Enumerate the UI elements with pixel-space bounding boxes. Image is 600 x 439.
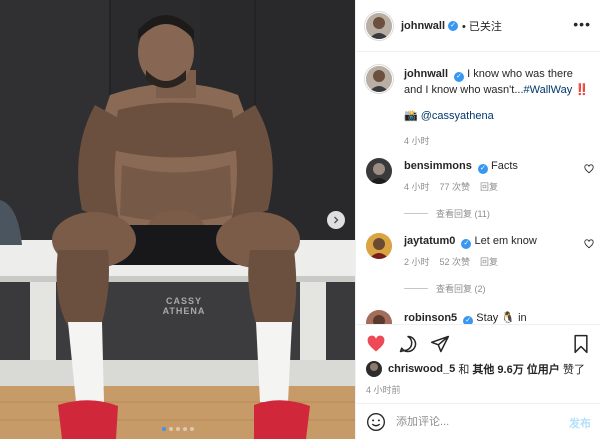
comment-icon[interactable] (398, 334, 418, 354)
caption-username[interactable]: johnwall (404, 68, 448, 80)
liked-by-others[interactable]: 其他 9.6万 位用户 (472, 361, 559, 377)
action-icons (366, 334, 450, 354)
follow-status[interactable]: • 已关注 (462, 18, 502, 34)
verified-badge-icon: ✓ (448, 20, 458, 31)
commenter-avatar[interactable] (366, 233, 392, 259)
share-icon[interactable] (430, 334, 450, 354)
comment-text: Stay 🐧 in (476, 312, 527, 324)
watermark-line-2: ATHENA (162, 306, 206, 316)
verified-badge-icon: ✓ (477, 164, 488, 174)
more-options-icon[interactable]: ••• (573, 17, 591, 31)
comment-text: Facts (490, 160, 518, 172)
commenter-avatar-image (366, 158, 392, 184)
caption-end: ‼️ (572, 84, 589, 96)
comment-likes[interactable]: 77 次赞 (440, 180, 471, 193)
author-username[interactable]: johnwall (401, 20, 445, 32)
athlete-photo-illustration (0, 0, 355, 439)
liker-avatar-image (366, 361, 382, 377)
bookmark-icon[interactable] (571, 334, 591, 354)
caption-credit: 📸 @cassyathena (404, 108, 594, 124)
photo-watermark: CASSY ATHENA (151, 296, 217, 316)
liked-suffix: 赞了 (562, 364, 585, 376)
watermark-line-1: CASSY (165, 296, 202, 306)
comment-reply-button[interactable]: 回复 (480, 180, 498, 193)
instagram-post-view: CASSY ATHENA johnwall ✓ • 已关注 ••• johnwa… (0, 0, 600, 439)
comment-username[interactable]: robinson5 (404, 312, 457, 324)
carousel-dot (168, 427, 173, 431)
comment-item: bensimmons ✓ Facts 4 小时 77 次赞 回复 查看回复 (1… (366, 158, 594, 220)
carousel-dot (182, 427, 187, 431)
credit-handle[interactable]: @cassyathena (421, 110, 494, 122)
post-timestamp[interactable]: 4 小时前 (366, 383, 401, 396)
caption-meta: 4 小时 (404, 134, 594, 147)
chevron-right-icon (334, 216, 339, 224)
liked-by-connector: 和 (458, 364, 470, 376)
comment-username[interactable]: bensimmons (404, 160, 472, 172)
caption-body: johnwall ✓ I know who was there and I kn… (404, 66, 594, 98)
post-photo[interactable]: CASSY ATHENA (0, 0, 355, 439)
verified-badge-icon: ✓ (454, 72, 465, 82)
comment-time: 4 小时 (404, 182, 430, 192)
emoji-icon[interactable] (366, 412, 386, 432)
liked-heart-icon[interactable] (366, 334, 386, 354)
liker-username[interactable]: chriswood_5 (388, 363, 455, 375)
post-comment-button[interactable]: 发布 (569, 415, 591, 431)
comment-input[interactable] (396, 415, 566, 428)
comment-body: bensimmons ✓ Facts (404, 158, 594, 174)
caption-author-avatar[interactable] (366, 66, 392, 92)
verified-badge-icon: ✓ (461, 239, 472, 249)
carousel-dot (161, 427, 166, 431)
commenter-avatar-image (366, 310, 392, 324)
comment-composer: 发布 (356, 403, 600, 439)
commenter-avatar-image (366, 233, 392, 259)
author-avatar[interactable] (366, 12, 392, 39)
view-replies-label[interactable]: 查看回复 (11) (436, 207, 490, 220)
comment-body: robinson5 ✓ Stay 🐧 in (404, 310, 594, 324)
comment-meta: 4 小时 77 次赞 回复 (404, 180, 594, 193)
comment-likes[interactable]: 52 次赞 (440, 255, 471, 268)
commenter-avatar[interactable] (366, 310, 392, 324)
comment-meta: 2 小时 52 次赞 回复 (404, 255, 594, 268)
author-avatar-image (366, 12, 392, 39)
caption-time: 4 小时 (404, 136, 430, 146)
comments-list[interactable]: johnwall ✓ I know who was there and I kn… (356, 52, 600, 324)
carousel-dot (189, 427, 194, 431)
carousel-dot (175, 427, 180, 431)
comment-reply-button[interactable]: 回复 (480, 255, 498, 268)
comment-item: jaytatum0 ✓ Let em know 2 小时 52 次赞 回复 查看… (366, 233, 594, 295)
comment-text: Let em know (474, 235, 537, 247)
replies-divider (404, 213, 428, 214)
liker-avatar[interactable] (366, 361, 382, 377)
camera-icon: 📸 (404, 110, 418, 122)
liked-by-summary[interactable]: chriswood_5 和 其他 9.6万 位用户 赞了 (366, 361, 585, 377)
comment-time: 2 小时 (404, 257, 430, 267)
comment-body: jaytatum0 ✓ Let em know (404, 233, 594, 249)
post-caption: johnwall ✓ I know who was there and I kn… (366, 66, 594, 147)
caption-hashtag[interactable]: #WallWay (524, 84, 573, 96)
post-header: johnwall ✓ • 已关注 ••• (356, 0, 600, 52)
commenter-avatar[interactable] (366, 158, 392, 184)
comment-username[interactable]: jaytatum0 (404, 235, 455, 247)
post-side-panel: johnwall ✓ • 已关注 ••• johnwall ✓ I know w… (355, 0, 600, 439)
view-replies-button[interactable]: 查看回复 (2) (404, 282, 594, 295)
view-replies-button[interactable]: 查看回复 (11) (404, 207, 594, 220)
replies-divider (404, 288, 428, 289)
comment-item: robinson5 ✓ Stay 🐧 in (366, 310, 594, 324)
caption-avatar-image (366, 66, 392, 92)
carousel-next-button[interactable] (327, 211, 345, 229)
carousel-dots (0, 427, 355, 431)
comment-like-heart-icon[interactable] (584, 164, 594, 174)
view-replies-label[interactable]: 查看回复 (2) (436, 282, 486, 295)
comment-like-heart-icon[interactable] (584, 239, 594, 249)
verified-badge-icon: ✓ (463, 316, 474, 324)
